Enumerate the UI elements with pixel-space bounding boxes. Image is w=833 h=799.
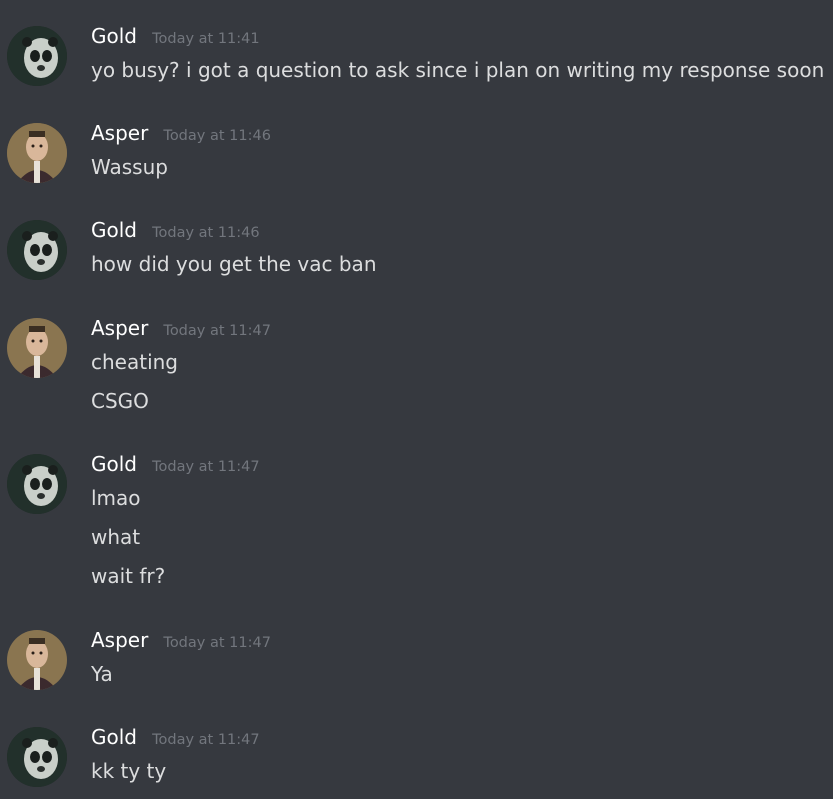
message-text: Wassup: [91, 155, 168, 179]
username[interactable]: Gold: [91, 452, 137, 476]
username[interactable]: Asper: [91, 628, 148, 652]
timestamp: Today at 11:41: [152, 31, 260, 47]
message-text: Ya: [91, 662, 113, 686]
message-header: Gold Today at 11:47: [91, 725, 260, 751]
message-text: CSGO: [91, 389, 149, 413]
message-text: kk ty ty: [91, 759, 167, 783]
message-text: how did you get the vac ban: [91, 252, 377, 276]
timestamp: Today at 11:46: [152, 225, 260, 241]
message-text: yo busy? i got a question to ask since i…: [91, 58, 825, 82]
message-text: lmao: [91, 486, 141, 510]
username[interactable]: Gold: [91, 218, 137, 242]
portrait-avatar-icon[interactable]: [7, 123, 67, 183]
message-header: Asper Today at 11:47: [91, 628, 271, 654]
username[interactable]: Asper: [91, 316, 148, 340]
panda-mask-avatar-icon[interactable]: [7, 454, 67, 514]
panda-mask-avatar-icon[interactable]: [7, 727, 67, 787]
message-header: Gold Today at 11:41: [91, 24, 260, 50]
username[interactable]: Asper: [91, 121, 148, 145]
timestamp: Today at 11:47: [152, 459, 260, 475]
portrait-avatar-icon[interactable]: [7, 318, 67, 378]
message-text: cheating: [91, 350, 179, 374]
timestamp: Today at 11:47: [163, 635, 271, 651]
timestamp: Today at 11:47: [163, 323, 271, 339]
panda-mask-avatar-icon[interactable]: [7, 26, 67, 86]
portrait-avatar-icon[interactable]: [7, 630, 67, 690]
message-text: what: [91, 525, 141, 549]
message-header: Gold Today at 11:47: [91, 452, 260, 478]
panda-mask-avatar-icon[interactable]: [7, 220, 67, 280]
username[interactable]: Gold: [91, 725, 137, 749]
message-header: Asper Today at 11:46: [91, 121, 271, 147]
chat-messages: Gold Today at 11:41 yo busy? i got a que…: [0, 0, 833, 799]
message-header: Asper Today at 11:47: [91, 316, 271, 342]
message-header: Gold Today at 11:46: [91, 218, 260, 244]
timestamp: Today at 11:47: [152, 732, 260, 748]
username[interactable]: Gold: [91, 24, 137, 48]
timestamp: Today at 11:46: [163, 128, 271, 144]
message-text: wait fr?: [91, 564, 166, 588]
